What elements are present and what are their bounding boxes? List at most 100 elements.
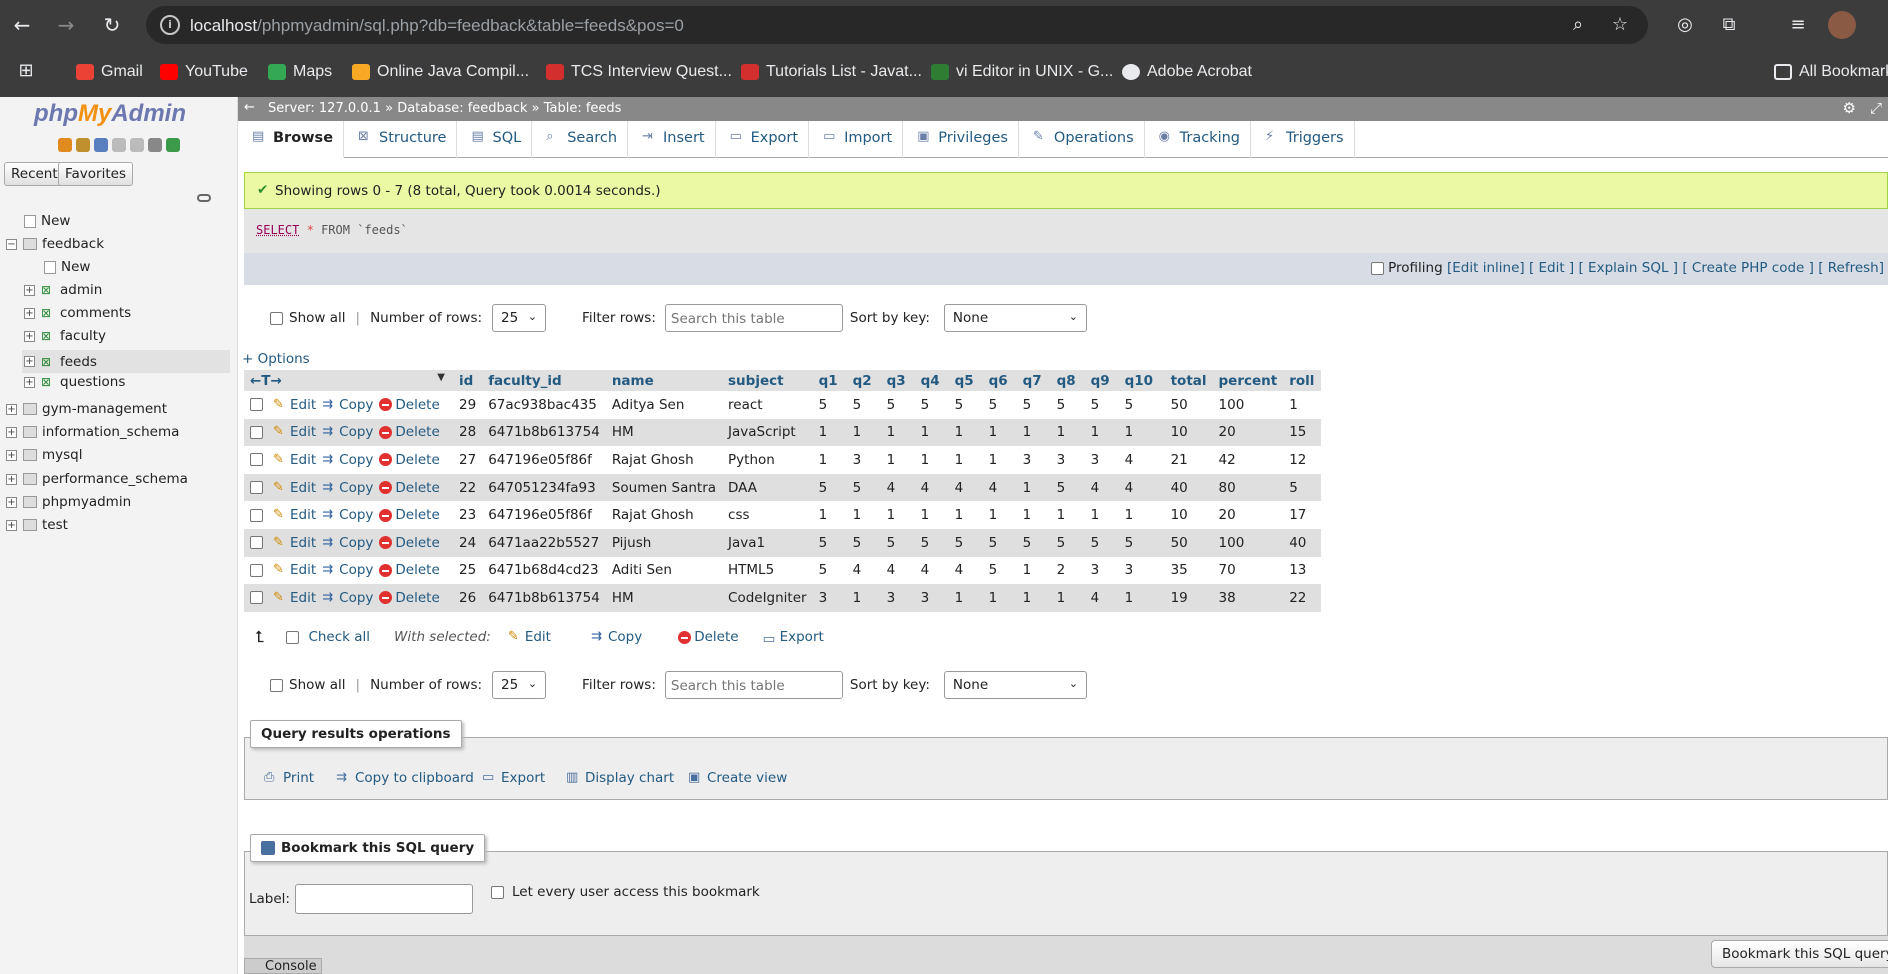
column-header[interactable]: percent <box>1212 370 1284 391</box>
row-edit-button[interactable]: ✎ Edit <box>273 452 316 468</box>
expand-icon[interactable]: + <box>6 403 17 415</box>
column-header[interactable]: roll <box>1283 370 1322 391</box>
recent-button[interactable]: Recent <box>4 162 65 186</box>
let-every-user-checkbox[interactable] <box>491 885 504 899</box>
row-delete-button[interactable]: Delete <box>379 562 440 578</box>
apps-grid-icon[interactable]: ⊞ <box>14 59 38 83</box>
maximize-icon[interactable]: ⤢ <box>1870 99 1882 117</box>
row-copy-button[interactable]: ⇉ Copy <box>322 480 373 496</box>
row-delete-button[interactable]: Delete <box>379 424 440 440</box>
breadcrumb-table[interactable]: Table: feeds <box>544 101 622 116</box>
tree-item-feedback-new[interactable]: New <box>44 259 90 275</box>
create-view-link[interactable]: ▣ Create view <box>688 770 787 786</box>
bookmark-vi-editor[interactable]: vi Editor in UNIX - G... <box>931 60 1113 84</box>
expand-icon[interactable]: + <box>6 449 17 461</box>
let-every-user-option[interactable]: Let every user access this bookmark <box>491 884 760 900</box>
bulk-edit-button[interactable]: ✎ Edit <box>508 629 551 645</box>
tab-import[interactable]: ▭ Import <box>809 121 904 158</box>
column-arrows-header[interactable]: ←T→ ▼ <box>244 370 453 391</box>
edit-inline-link[interactable]: [Edit inline] <box>1447 260 1525 276</box>
page-icon[interactable] <box>130 138 144 152</box>
column-header[interactable]: q10 <box>1118 370 1165 391</box>
column-header[interactable]: faculty_id <box>482 370 606 391</box>
bookmark-tcs[interactable]: TCS Interview Quest... <box>546 60 732 84</box>
expand-icon[interactable]: + <box>6 426 17 438</box>
console-tab[interactable]: Console <box>244 958 322 974</box>
docs-icon[interactable] <box>112 138 126 152</box>
column-header[interactable]: q4 <box>914 370 949 391</box>
expand-icon[interactable]: + <box>6 519 17 531</box>
tab-export[interactable]: ▭ Export <box>716 121 810 158</box>
row-checkbox[interactable] <box>250 591 263 605</box>
tree-item-new[interactable]: New <box>24 213 70 229</box>
row-checkbox[interactable] <box>250 508 263 522</box>
show-all-checkbox[interactable] <box>270 678 283 692</box>
explain-sql-link[interactable]: [ Explain SQL ] <box>1579 260 1679 276</box>
row-delete-button[interactable]: Delete <box>379 480 440 496</box>
row-checkbox[interactable] <box>250 481 263 495</box>
filter-rows-input[interactable]: Search this table <box>664 304 843 332</box>
tree-item-feeds[interactable]: + ⊠ feeds <box>22 350 230 373</box>
reload-nav-icon[interactable] <box>166 138 180 152</box>
row-checkbox[interactable] <box>250 398 263 412</box>
tree-item-gym-management[interactable]: + gym-management <box>6 401 167 417</box>
show-all-checkbox[interactable] <box>270 311 283 325</box>
filter-rows-input[interactable]: Search this table <box>664 671 843 699</box>
column-header[interactable]: q1 <box>812 370 847 391</box>
row-copy-button[interactable]: ⇉ Copy <box>322 562 373 578</box>
breadcrumb-server[interactable]: Server: 127.0.0.1 <box>268 101 381 116</box>
tree-item-performance-schema[interactable]: + performance_schema <box>6 471 188 487</box>
expand-icon[interactable]: + <box>24 376 35 388</box>
bookmark-online-java[interactable]: Online Java Compil... <box>352 60 529 84</box>
expand-icon[interactable]: + <box>24 356 35 367</box>
row-edit-button[interactable]: ✎ Edit <box>273 397 316 413</box>
tree-item-feedback[interactable]: − feedback <box>6 236 104 252</box>
row-checkbox[interactable] <box>250 536 263 550</box>
print-link[interactable]: ⎙ Print <box>264 770 314 786</box>
row-delete-button[interactable]: Delete <box>379 535 440 551</box>
bulk-copy-button[interactable]: ⇉ Copy <box>591 629 642 645</box>
edit-link[interactable]: [ Edit ] <box>1529 260 1574 276</box>
column-header[interactable]: id <box>453 370 483 391</box>
column-header[interactable]: q8 <box>1050 370 1085 391</box>
all-bookmarks[interactable]: All Bookmark <box>1774 60 1888 84</box>
column-header[interactable]: q9 <box>1084 370 1119 391</box>
tree-item-test[interactable]: + test <box>6 517 68 533</box>
column-header[interactable]: q5 <box>948 370 983 391</box>
tree-item-information-schema[interactable]: + information_schema <box>6 424 179 440</box>
row-edit-button[interactable]: ✎ Edit <box>273 480 316 496</box>
row-checkbox[interactable] <box>250 563 263 577</box>
settings-gear-icon[interactable] <box>148 138 162 152</box>
row-edit-button[interactable]: ✎ Edit <box>273 562 316 578</box>
display-chart-link[interactable]: ▥ Display chart <box>566 770 674 786</box>
zoom-icon[interactable]: ⌕ <box>1566 13 1590 37</box>
help-icon[interactable] <box>94 138 108 152</box>
tab-privileges[interactable]: ▣ Privileges <box>903 121 1019 158</box>
tree-item-admin[interactable]: + ⊠ admin <box>24 282 102 298</box>
bookmark-gmail[interactable]: Gmail <box>76 60 143 84</box>
tab-search[interactable]: ⌕ Search <box>532 121 629 158</box>
row-edit-button[interactable]: ✎ Edit <box>273 424 316 440</box>
row-checkbox[interactable] <box>250 453 263 467</box>
expand-icon[interactable]: + <box>24 330 35 342</box>
extension-circle-icon[interactable]: ◎ <box>1673 13 1697 37</box>
phpmyadmin-logo[interactable]: phpMyAdmin <box>34 100 186 128</box>
expand-icon[interactable]: + <box>24 307 35 319</box>
bookmark-youtube[interactable]: YouTube <box>160 60 248 84</box>
column-header[interactable]: q7 <box>1016 370 1051 391</box>
row-delete-button[interactable]: Delete <box>379 590 440 606</box>
sort-down-icon[interactable]: ▼ <box>437 372 445 383</box>
rows-select[interactable]: 25 ⌄ <box>492 671 547 699</box>
row-copy-button[interactable]: ⇉ Copy <box>322 590 373 606</box>
breadcrumb-database[interactable]: Database: feedback <box>397 101 527 116</box>
row-delete-button[interactable]: Delete <box>379 452 440 468</box>
check-all-checkbox[interactable] <box>286 630 300 644</box>
settings-gear-icon[interactable]: ⚙ <box>1843 99 1856 117</box>
expand-icon[interactable]: + <box>6 496 17 508</box>
column-header[interactable]: subject <box>722 370 813 391</box>
extensions-puzzle-icon[interactable]: ⧉ <box>1717 13 1741 37</box>
bulk-export-button[interactable]: ▭ Export <box>763 629 824 647</box>
expand-icon[interactable]: + <box>6 473 17 485</box>
tab-structure[interactable]: ⊠ Structure <box>344 121 458 158</box>
tab-triggers[interactable]: ⚡ Triggers <box>1251 121 1355 158</box>
